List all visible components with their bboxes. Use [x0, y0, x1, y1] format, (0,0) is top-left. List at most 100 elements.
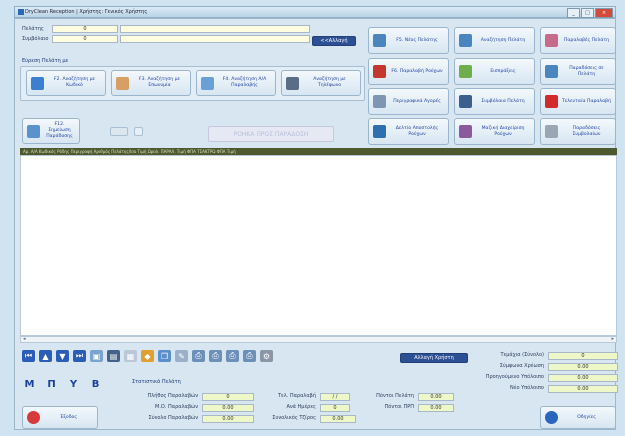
- settings-icon[interactable]: [134, 127, 143, 136]
- stat-value-count: 0: [202, 393, 254, 401]
- scroll-right-icon[interactable]: ▸: [611, 336, 614, 342]
- down-icon[interactable]: ▼: [56, 350, 69, 362]
- change-client-button[interactable]: <<Αλλαγή: [312, 36, 356, 46]
- change-user-button[interactable]: Αλλαγή Χρήστη: [400, 353, 468, 363]
- title-bar: DryClean Reception | Χρήστης: Γενικός Χρ…: [14, 6, 616, 18]
- image-icon[interactable]: ▣: [90, 350, 103, 362]
- summary-value-new-balance: 0.00: [548, 385, 618, 393]
- summary-label-items: Τεμάχια (Σύνολο): [500, 352, 544, 358]
- purchases-button[interactable]: Περιγραφικά Αγορές: [368, 88, 449, 115]
- stats-title: Στατιστικά Πελάτη: [132, 379, 181, 385]
- stat-label-average: Μ.Ο. Παραλαβών: [155, 404, 198, 410]
- receive-clothes-icon: [373, 65, 386, 78]
- stat-value-prp-points: 0.00: [418, 404, 454, 412]
- copy-icon[interactable]: ❐: [158, 350, 171, 362]
- purchases-icon: [373, 95, 386, 108]
- minimize-button[interactable]: _: [567, 8, 580, 18]
- last-record-icon[interactable]: ⏭: [73, 350, 86, 362]
- stat-value-last: / /: [320, 393, 350, 401]
- stat-label-count: Πλήθος Παραλαβών: [147, 393, 198, 399]
- stat-label-prp-points: Πόντοι ΠΡΠ: [384, 404, 415, 410]
- grid-icon[interactable]: ▦: [124, 350, 137, 362]
- contract-code-field[interactable]: 0: [52, 35, 118, 43]
- items-grid[interactable]: [20, 155, 617, 336]
- close-button[interactable]: ×: [595, 8, 613, 18]
- payments-button[interactable]: Εισπράξεις: [454, 58, 535, 85]
- stat-value-total: 0.00: [202, 415, 254, 423]
- summary-value-prev-balance: 0.00: [548, 374, 618, 382]
- print-3-icon[interactable]: ⎙: [226, 350, 239, 362]
- summary-label-prev-balance: Προηγούμενο Υπόλοιπο: [485, 374, 544, 380]
- letter-p-button[interactable]: Π: [44, 378, 59, 392]
- search-by-receipt-button[interactable]: F4. Αναζήτηση Α/Α Παραλαβής: [196, 70, 276, 96]
- edit-icon[interactable]: ✎: [175, 350, 188, 362]
- help-button[interactable]: Οδηγίες: [540, 406, 616, 429]
- small-field[interactable]: [110, 127, 128, 136]
- last-receipt-button[interactable]: Τελευταία Παραλαβή: [540, 88, 616, 115]
- contracts-button[interactable]: Συμβόλαια Πελάτη: [454, 88, 535, 115]
- client-code-field[interactable]: 0: [52, 25, 118, 33]
- exit-button[interactable]: Έξοδος: [22, 406, 98, 429]
- contract-deliveries-button[interactable]: Παραδόσεις Συμβολαίων: [540, 118, 616, 145]
- document-icon: [201, 76, 214, 90]
- app-icon: [18, 9, 24, 15]
- deliveries-button[interactable]: Παραδόσεις σε Πελάτη: [540, 58, 616, 85]
- stat-value-average: 0.00: [202, 404, 254, 412]
- print-4-icon[interactable]: ⎙: [243, 350, 256, 362]
- print-1-icon[interactable]: ⎙: [192, 350, 205, 362]
- customer-receipts-button[interactable]: Παραλαβές Πελάτη: [540, 27, 616, 54]
- search-by-phone-button[interactable]: Αναζήτηση με Τηλέφωνο: [281, 70, 361, 96]
- maximize-button[interactable]: □: [581, 8, 594, 18]
- letter-buttons: M Π Y B: [22, 378, 103, 392]
- receive-clothes-button[interactable]: F6. Παραλαβή Ρούχων: [368, 58, 449, 85]
- stat-value-points: 0.00: [418, 393, 454, 401]
- letter-m-button[interactable]: M: [22, 378, 37, 392]
- toolbar: ⏮ ▲ ▼ ⏭ ▣ ▤ ▦ ◆ ❐ ✎ ⎙ ⎙ ⎙ ⎙ ⚙: [22, 350, 273, 362]
- search-by-code-button[interactable]: F2. Αναζήτηση με Κωδικό: [26, 70, 106, 96]
- summary-label-new-balance: Νέο Υπόλοιπο: [510, 385, 544, 391]
- contract-name-field[interactable]: [120, 35, 310, 43]
- gear-icon[interactable]: ⚙: [260, 350, 273, 362]
- summary-label-charge: Σύμφωνα Χρέωση: [499, 363, 544, 369]
- photo-icon[interactable]: ▤: [107, 350, 120, 362]
- letter-y-button[interactable]: Y: [66, 378, 81, 392]
- summary-value-charge: 0.00: [548, 363, 618, 371]
- find-customer-button[interactable]: Αναζήτηση Πελάτη: [454, 27, 535, 54]
- deliveries-icon: [545, 65, 558, 78]
- first-record-icon[interactable]: ⏮: [22, 350, 35, 362]
- horizontal-scrollbar[interactable]: ◂ ▸: [20, 336, 617, 343]
- bulk-clothes-button[interactable]: Μαζική Διαχείριση Ρούχων: [454, 118, 535, 145]
- search-by-name-button[interactable]: F3. Αναζήτηση με Επωνυμία: [111, 70, 191, 96]
- scroll-left-icon[interactable]: ◂: [23, 336, 26, 342]
- note-icon: [27, 124, 40, 138]
- tag-icon[interactable]: ◆: [141, 350, 154, 362]
- contracts-icon: [459, 95, 472, 108]
- letter-b-button[interactable]: B: [88, 378, 103, 392]
- stat-label-turnover: Συνολικός Τζίρος: [272, 415, 316, 421]
- stat-label-last: Τελ. Παραλαβή: [277, 393, 316, 399]
- magnifier-icon: [31, 76, 44, 90]
- dispatch-note-icon: [373, 125, 386, 138]
- stat-value-days: 0: [320, 404, 350, 412]
- stat-label-days: Ανά Ημέρες: [286, 404, 316, 410]
- delivery-note-button[interactable]: F12. Σημείωση Παράδοσης: [22, 118, 80, 144]
- dispatch-note-button[interactable]: Δελτίο Αποστολής Ρούχων: [368, 118, 449, 145]
- stat-label-points: Πόντοι Πελάτη: [376, 393, 414, 399]
- bulk-clothes-icon: [459, 125, 472, 138]
- new-customer-icon: [373, 34, 386, 47]
- contract-deliveries-icon: [545, 125, 558, 138]
- window-controls: _ □ ×: [567, 8, 613, 18]
- client-name-field[interactable]: [120, 25, 310, 33]
- client-label: Πελάτης: [22, 26, 44, 32]
- help-icon: [545, 411, 558, 424]
- flow-to-delivery-button[interactable]: ΡΟΗΚΑ ΠΡΟΣ ΠΑΡΑΔΟΣΗ: [208, 126, 334, 142]
- phone-icon: [286, 76, 299, 90]
- print-2-icon[interactable]: ⎙: [209, 350, 222, 362]
- window-title: DryClean Reception | Χρήστης: Γενικός Χρ…: [25, 9, 148, 15]
- grid-header: Αρ. Α/Α Κωδικός Ρόδης Περιγραφή Αριθμός …: [20, 148, 617, 155]
- new-customer-button[interactable]: F5. Νέος Πελάτης: [368, 27, 449, 54]
- last-receipt-icon: [545, 95, 558, 108]
- customer-receipts-icon: [545, 34, 558, 47]
- find-customer-icon: [459, 34, 472, 47]
- up-icon[interactable]: ▲: [39, 350, 52, 362]
